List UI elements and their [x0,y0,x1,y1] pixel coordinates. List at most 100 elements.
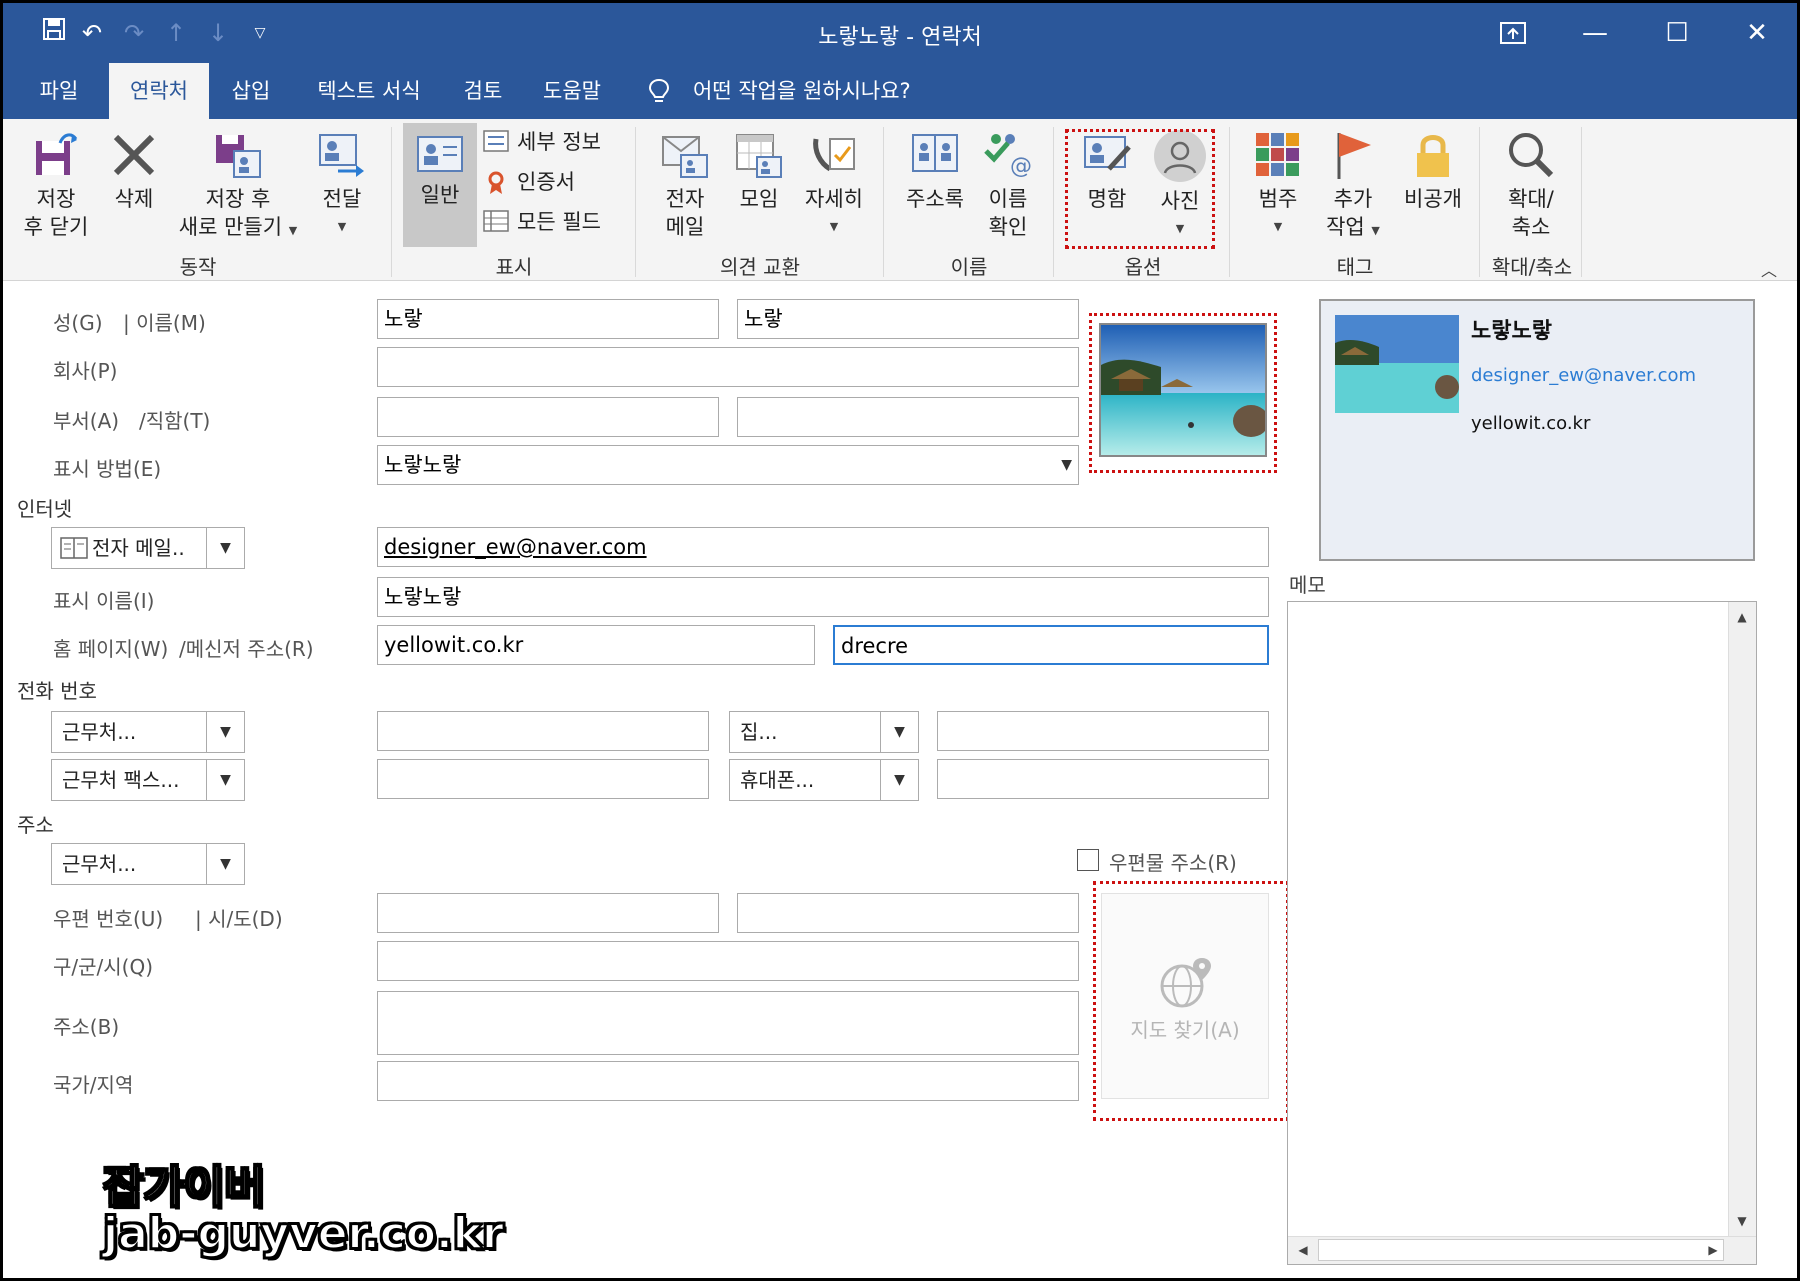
job-title-input[interactable] [737,397,1079,437]
certificates-button[interactable]: 인증서 [483,165,575,199]
company-input[interactable] [377,347,1079,387]
details-label: 세부 정보 [517,130,601,154]
meeting-label: 모임 [739,187,779,211]
delete-x-icon [113,134,155,176]
tab-help[interactable]: 도움말 [527,63,617,119]
scroll-thumb[interactable] [1318,1239,1724,1261]
file-as-label: 표시 방법(E) [53,457,162,481]
first-name-input[interactable]: 노랗 [737,299,1079,339]
scroll-up-icon[interactable]: ▲ [1729,604,1755,630]
save-new-button[interactable]: 저장 후 새로 만들기 ▼ [171,129,305,245]
memo-horizontal-scrollbar[interactable]: ◀ ▶ [1288,1236,1756,1264]
check-names-button[interactable]: @ 이름 확인 [971,129,1045,241]
address-book-button[interactable]: 주소록 [895,129,975,213]
first-name-label: | 이름(M) [123,311,206,335]
phone3-input[interactable] [377,759,709,799]
forward-label: 전달 [322,187,362,211]
tab-insert[interactable]: 삽입 [215,63,287,119]
phone1-input[interactable] [377,711,709,751]
maximize-icon[interactable]: ☐ [1647,13,1707,53]
im-address-input[interactable]: drecre [833,625,1269,665]
lock-icon [1417,135,1449,177]
im-address-label: /메신저 주소(R) [179,637,314,661]
collapse-ribbon-icon[interactable]: ︿ [1761,257,1777,281]
more-button[interactable]: 자세히 ▼ [795,129,873,241]
group-label-communicate: 의견 교환 [720,255,800,279]
phone2-type-value: 집... [740,720,778,744]
chevron-down-icon: ▼ [288,224,298,237]
email-button[interactable]: 전자 메일 [649,129,721,241]
state-input[interactable] [737,893,1079,933]
ribbon-display-options-icon[interactable] [1483,13,1543,53]
chevron-down-icon[interactable]: ▼ [880,712,918,752]
more-phone-task-icon [813,138,855,172]
minimize-icon[interactable]: — [1565,13,1625,53]
follow-up-button[interactable]: 추가 작업 ▼ [1317,129,1389,245]
city-input[interactable] [377,941,1079,981]
meeting-button[interactable]: 모임 [723,129,795,213]
chevron-down-icon[interactable]: ▼ [206,712,244,752]
country-input[interactable] [377,1061,1079,1101]
email-label-2: 메일 [665,215,705,239]
private-button[interactable]: 비공개 [1391,129,1475,213]
address-type-dropdown[interactable]: 근무처... ▼ [51,843,245,885]
phone4-input[interactable] [937,759,1269,799]
memo-vertical-scrollbar[interactable]: ▲ ▼ [1728,602,1756,1236]
tab-contact[interactable]: 연락처 [109,63,209,119]
scroll-right-icon[interactable]: ▶ [1700,1237,1726,1263]
scroll-left-icon[interactable]: ◀ [1290,1237,1316,1263]
file-as-combobox[interactable]: 노랗노랗 ▼ [377,445,1079,485]
tab-format-text[interactable]: 텍스트 서식 [299,63,439,119]
close-icon[interactable]: ✕ [1727,13,1787,53]
phone2-type-dropdown[interactable]: 집... ▼ [729,711,919,753]
save-new-icon [216,135,261,178]
tab-file[interactable]: 파일 [23,63,95,119]
department-input[interactable] [377,397,719,437]
zoom-button[interactable]: 확대/ 축소 [1493,129,1569,241]
scroll-down-icon[interactable]: ▼ [1729,1208,1755,1234]
street-input[interactable] [377,991,1079,1055]
display-name-input[interactable]: 노랗노랗 [377,577,1269,617]
general-label: 일반 [420,183,460,207]
email-type-dropdown[interactable]: 전자 메일.. ▼ [51,527,245,569]
chevron-down-icon[interactable]: ▼ [206,844,244,884]
tell-me-search[interactable]: 어떤 작업을 원하시나요? [647,63,911,119]
general-view-button[interactable]: 일반 [403,123,477,247]
webpage-input[interactable]: yellowit.co.kr [377,625,815,665]
tell-me-text: 어떤 작업을 원하시나요? [693,79,911,103]
delete-button[interactable]: 삭제 [99,129,169,213]
chevron-down-icon[interactable]: ▼ [206,528,244,568]
phone2-input[interactable] [937,711,1269,751]
mailing-address-checkbox[interactable] [1077,849,1099,871]
business-card-preview[interactable]: 노랗노랗 designer_ew@naver.com yellowit.co.k… [1319,299,1755,561]
group-separator [1581,127,1582,277]
tab-review[interactable]: 검토 [451,63,515,119]
webpage-label: 홈 페이지(W) [53,637,169,661]
chevron-down-icon[interactable]: ▼ [206,760,244,800]
zip-label: 우편 번호(U) [53,907,164,931]
email-input[interactable]: designer_ew@naver.com [377,527,1269,567]
phone3-type-dropdown[interactable]: 근무처 팩스... ▼ [51,759,245,801]
details-button[interactable]: 세부 정보 [483,125,601,159]
meeting-calendar-icon [736,134,782,178]
watermark-line-1: 잡가이버 [102,1162,266,1213]
save-new-label-1: 저장 후 [205,187,271,211]
last-name-label: 성(G) [53,311,103,335]
memo-textarea[interactable]: ▲ ▼ ◀ ▶ [1287,601,1757,1265]
save-close-button[interactable]: 저장 후 닫기 [13,129,99,241]
phone4-type-dropdown[interactable]: 휴대폰... ▼ [729,759,919,801]
last-name-input[interactable]: 노랗 [377,299,719,339]
categorize-button[interactable]: 범주 ▼ [1243,129,1313,241]
save-new-label-2: 새로 만들기 [178,215,283,239]
group-label-show: 표시 [495,255,533,279]
email-type-value: 전자 메일.. [92,536,185,560]
chevron-down-icon[interactable]: ▼ [1061,446,1072,484]
phone1-type-dropdown[interactable]: 근무처... ▼ [51,711,245,753]
save-close-label-1: 저장 [36,187,76,211]
zoom-label-1: 확대/ [1508,187,1554,211]
mailing-address-label: 우편물 주소(R) [1109,851,1237,875]
forward-button[interactable]: 전달 ▼ [305,129,379,241]
zip-input[interactable] [377,893,719,933]
chevron-down-icon[interactable]: ▼ [880,760,918,800]
all-fields-button[interactable]: 모든 필드 [483,205,601,239]
